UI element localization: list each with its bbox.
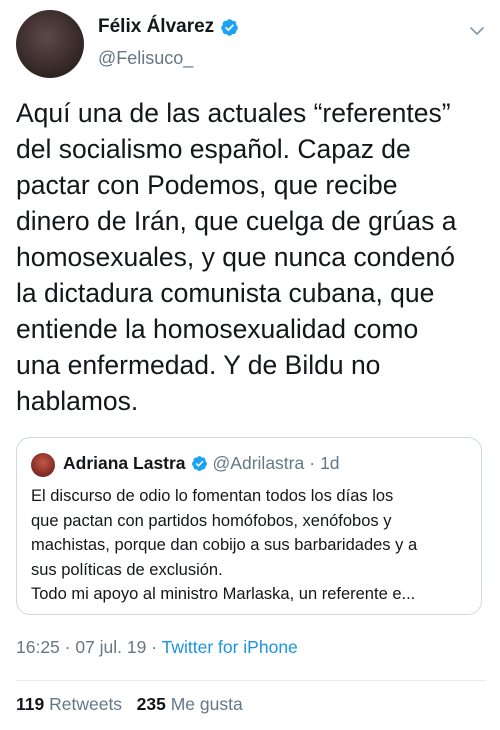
likes-stat[interactable]: 235 Me gusta: [137, 694, 243, 714]
chevron-down-icon[interactable]: [468, 22, 486, 40]
author-avatar[interactable]: [16, 10, 84, 78]
author-name[interactable]: Félix Álvarez: [98, 16, 214, 38]
verified-badge-icon: [221, 18, 238, 36]
quoted-tweet-text: El discurso de odio lo fomentan todos lo…: [31, 487, 418, 603]
retweets-stat[interactable]: 119 Retweets: [16, 694, 122, 714]
stats-divider: [16, 680, 486, 681]
tweet-source-link[interactable]: Twitter for iPhone: [162, 637, 298, 657]
tweet-meta: 16:25 · 07 jul. 19 · Twitter for iPhone: [16, 637, 298, 658]
tweet-timestamp[interactable]: 16:25 · 07 jul. 19 ·: [16, 637, 162, 657]
tweet-text: Aquí una de las actuales “referentes” de…: [16, 98, 457, 416]
quoted-author-name[interactable]: Adriana Lastra: [63, 453, 186, 474]
quoted-tweet-header: Adriana Lastra @Adrilastra · 1d: [63, 453, 340, 474]
quoted-author-avatar[interactable]: [31, 453, 55, 477]
likes-label: Me gusta: [170, 694, 243, 714]
quoted-tweet[interactable]: Adriana Lastra @Adrilastra · 1d El discu…: [16, 437, 482, 615]
likes-count: 235: [136, 694, 166, 714]
retweets-label: Retweets: [49, 694, 123, 714]
author-handle[interactable]: @Felisuco_: [98, 48, 193, 69]
verified-badge-icon: [191, 456, 207, 471]
author-name-row[interactable]: Félix Álvarez: [98, 16, 239, 38]
quoted-separator: ·: [309, 453, 316, 473]
quoted-timestamp[interactable]: 1d: [320, 453, 339, 474]
tweet-stats: 119 Retweets 235 Me gusta: [16, 694, 243, 715]
retweets-count: 119: [16, 694, 45, 714]
quoted-author-handle[interactable]: @Adrilastra: [213, 453, 305, 474]
